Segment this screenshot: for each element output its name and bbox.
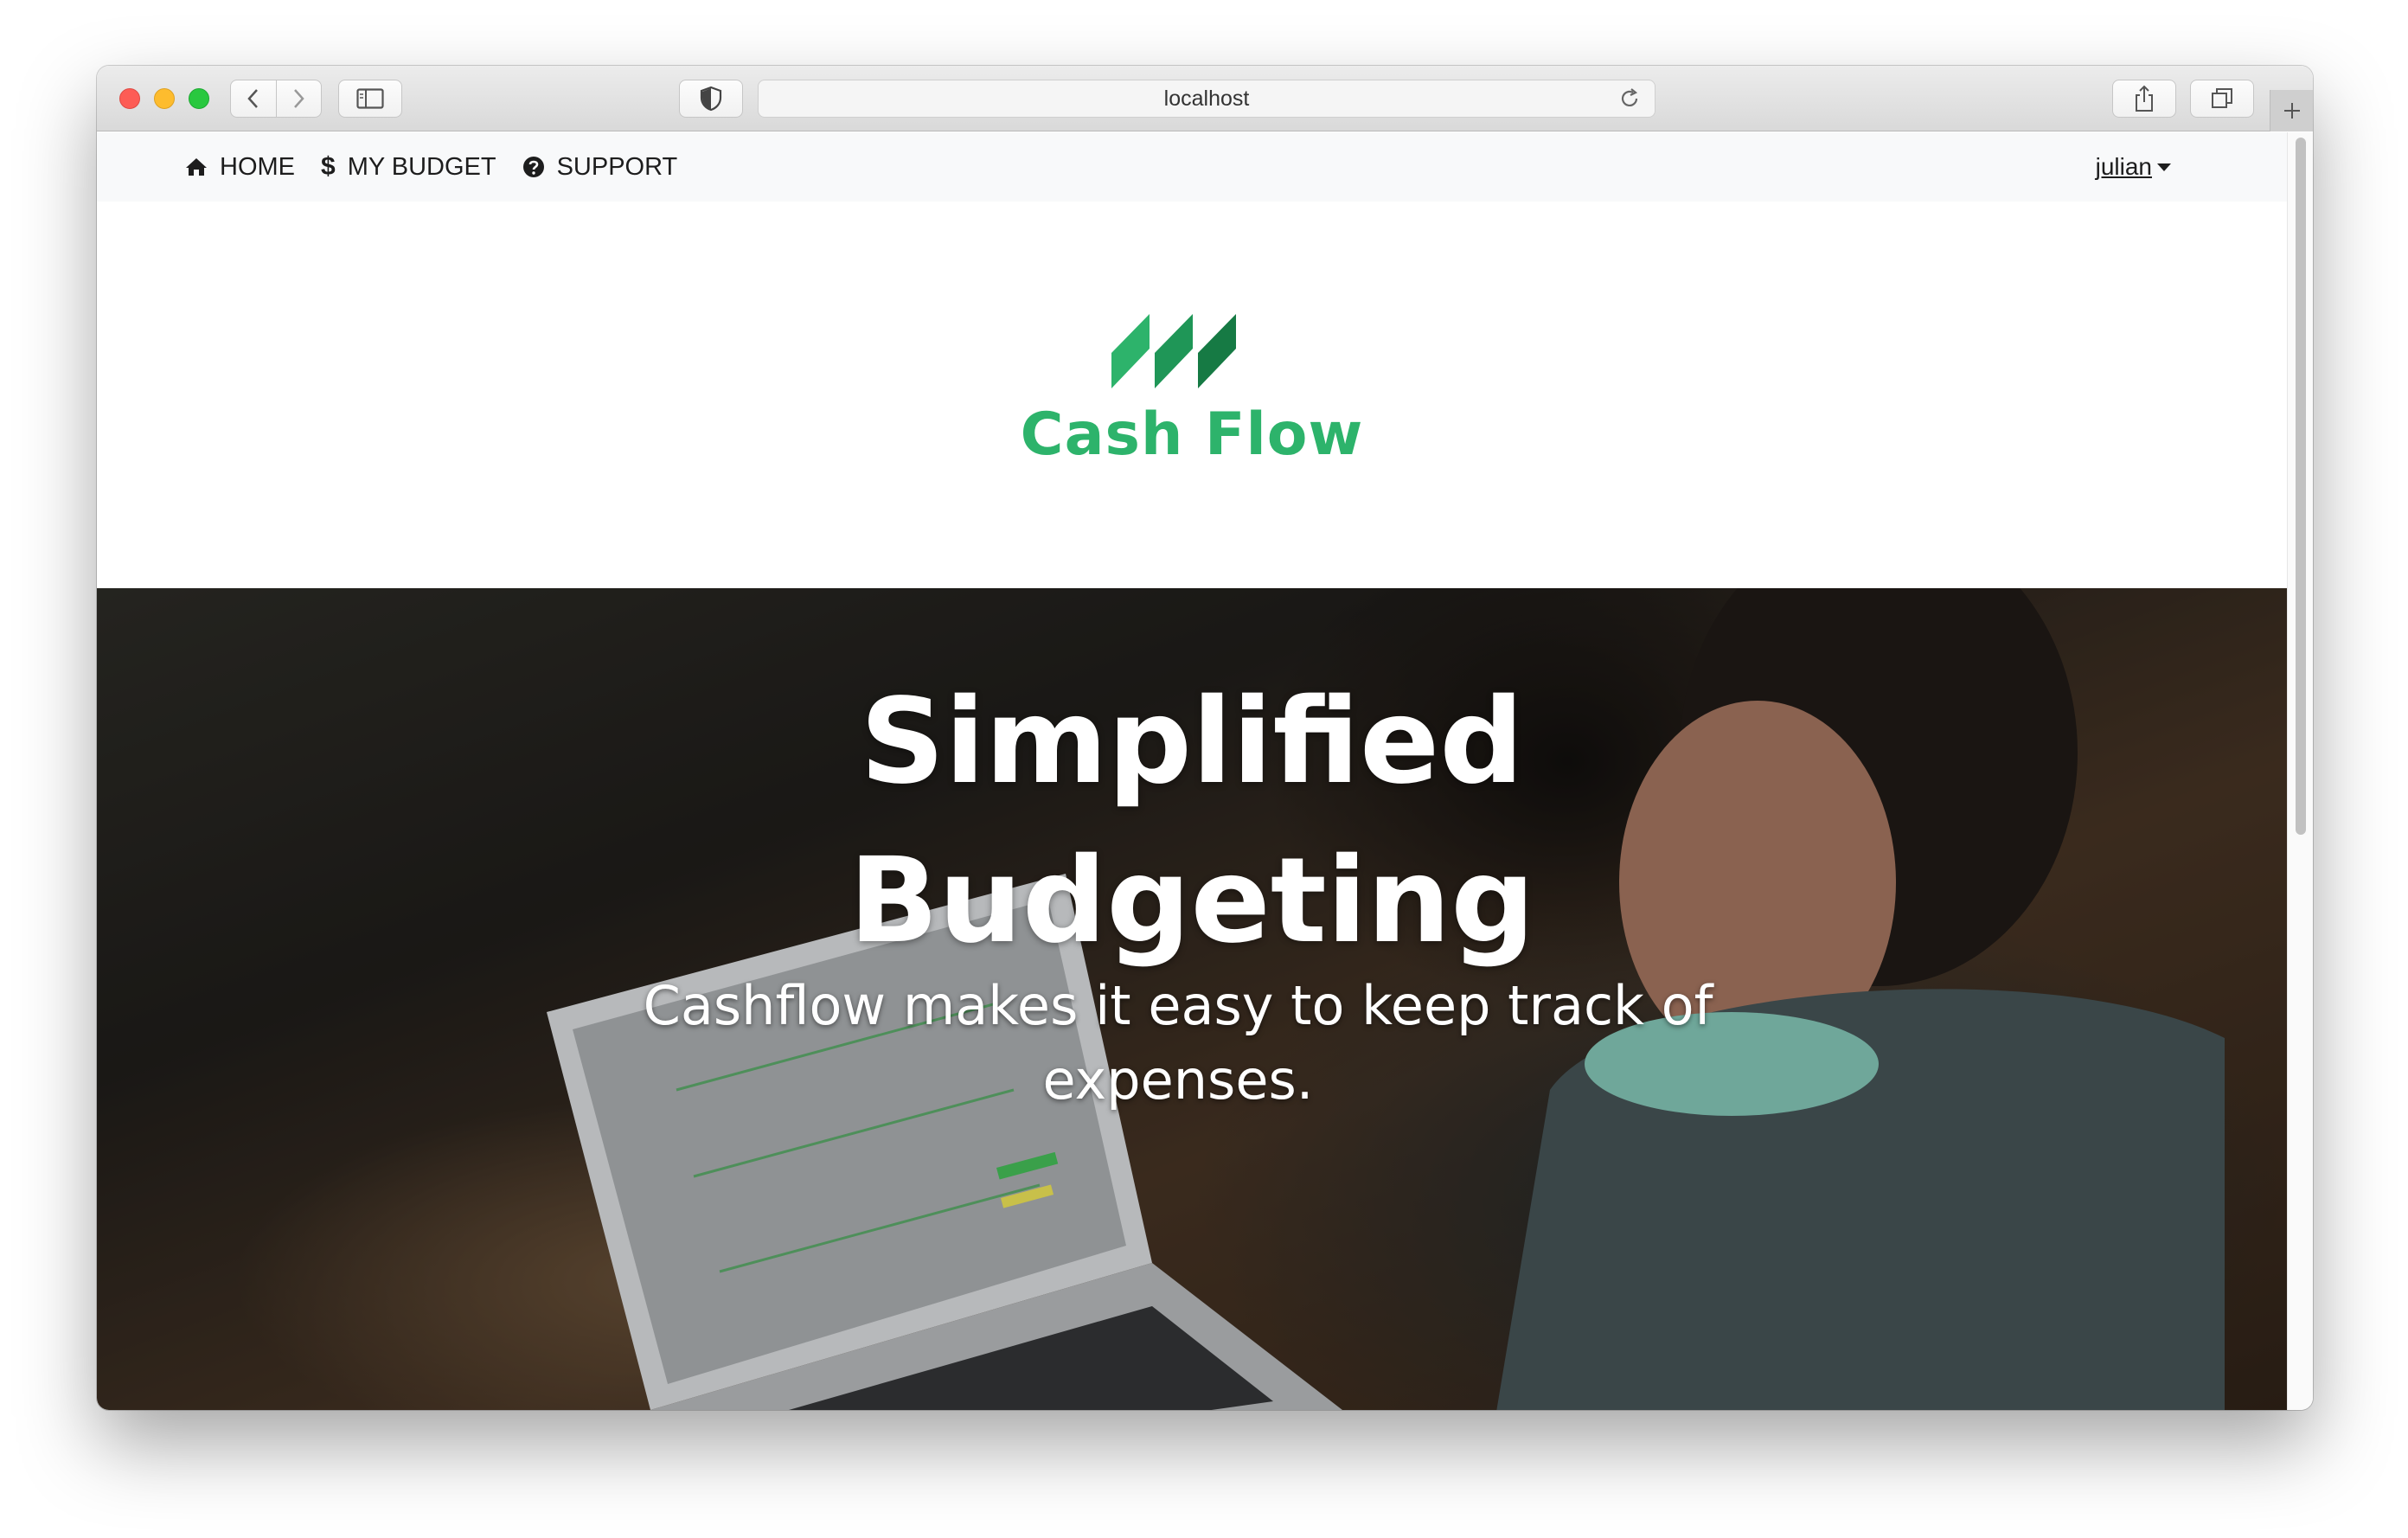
forward-button[interactable]: [277, 80, 322, 117]
browser-toolbar: localhost: [97, 66, 2313, 131]
dollar-icon: $: [321, 152, 336, 181]
plus-icon: [2283, 103, 2300, 119]
tabs-icon: [2212, 88, 2232, 108]
address-text: localhost: [1163, 86, 1250, 111]
home-icon: [185, 157, 208, 176]
privacy-report-button[interactable]: [679, 80, 743, 118]
cash-flow-logo-icon: [1111, 314, 1236, 388]
hero-title: Simplified Budgeting: [97, 663, 2287, 981]
new-tab-button[interactable]: [2270, 90, 2313, 131]
sidebar-icon: [356, 88, 384, 109]
address-bar[interactable]: localhost: [758, 80, 1656, 118]
hero-subtitle: Cashflow makes it easy to keep track of …: [643, 974, 1713, 1112]
vertical-scrollbar[interactable]: [2287, 132, 2313, 1410]
nav-support-label: SUPPORT: [556, 152, 678, 181]
site-navbar: HOME $ MY BUDGET SUPPORT julian: [97, 132, 2287, 202]
chevron-right-icon: [294, 89, 304, 108]
nav-support-link[interactable]: SUPPORT: [522, 152, 678, 182]
nav-links: HOME $ MY BUDGET SUPPORT: [185, 132, 703, 202]
caret-down-icon: [2157, 163, 2171, 171]
nav-home-label: HOME: [220, 152, 295, 181]
brand-header: Cash Flow: [97, 202, 2287, 518]
minimize-window-button[interactable]: [154, 88, 175, 109]
shield-icon: [700, 86, 722, 112]
share-button[interactable]: [2112, 80, 2176, 118]
share-icon: [2136, 85, 2153, 112]
zoom-window-button[interactable]: [189, 88, 209, 109]
chevron-left-icon: [247, 89, 258, 108]
reload-icon[interactable]: [1618, 87, 1641, 116]
brand-name: Cash Flow: [1020, 401, 1364, 469]
nav-my-budget-link[interactable]: $ MY BUDGET: [321, 152, 496, 182]
back-button[interactable]: [231, 80, 277, 117]
user-name: julian: [2095, 153, 2152, 180]
browser-window: localhost HOME $ MY BUDGET SUPPORT julia…: [97, 66, 2313, 1410]
nav-my-budget-label: MY BUDGET: [347, 152, 496, 181]
history-nav: [230, 80, 322, 118]
sidebar-toggle-button[interactable]: [338, 80, 402, 118]
close-window-button[interactable]: [119, 88, 140, 109]
page-viewport: HOME $ MY BUDGET SUPPORT julian Cash Flo…: [97, 132, 2287, 1410]
hero-title-line1: Simplified: [860, 674, 1524, 811]
scrollbar-thumb[interactable]: [2296, 138, 2306, 835]
hero-section: Simplified Budgeting Cashflow makes it e…: [97, 588, 2287, 1410]
question-circle-icon: [522, 156, 545, 178]
tab-overview-button[interactable]: [2190, 80, 2254, 118]
hero-text: Simplified Budgeting Cashflow makes it e…: [97, 588, 2287, 1410]
nav-home-link[interactable]: HOME: [185, 153, 295, 182]
hero-title-line2: Budgeting: [849, 833, 1535, 970]
user-menu-dropdown[interactable]: julian: [2096, 132, 2171, 202]
